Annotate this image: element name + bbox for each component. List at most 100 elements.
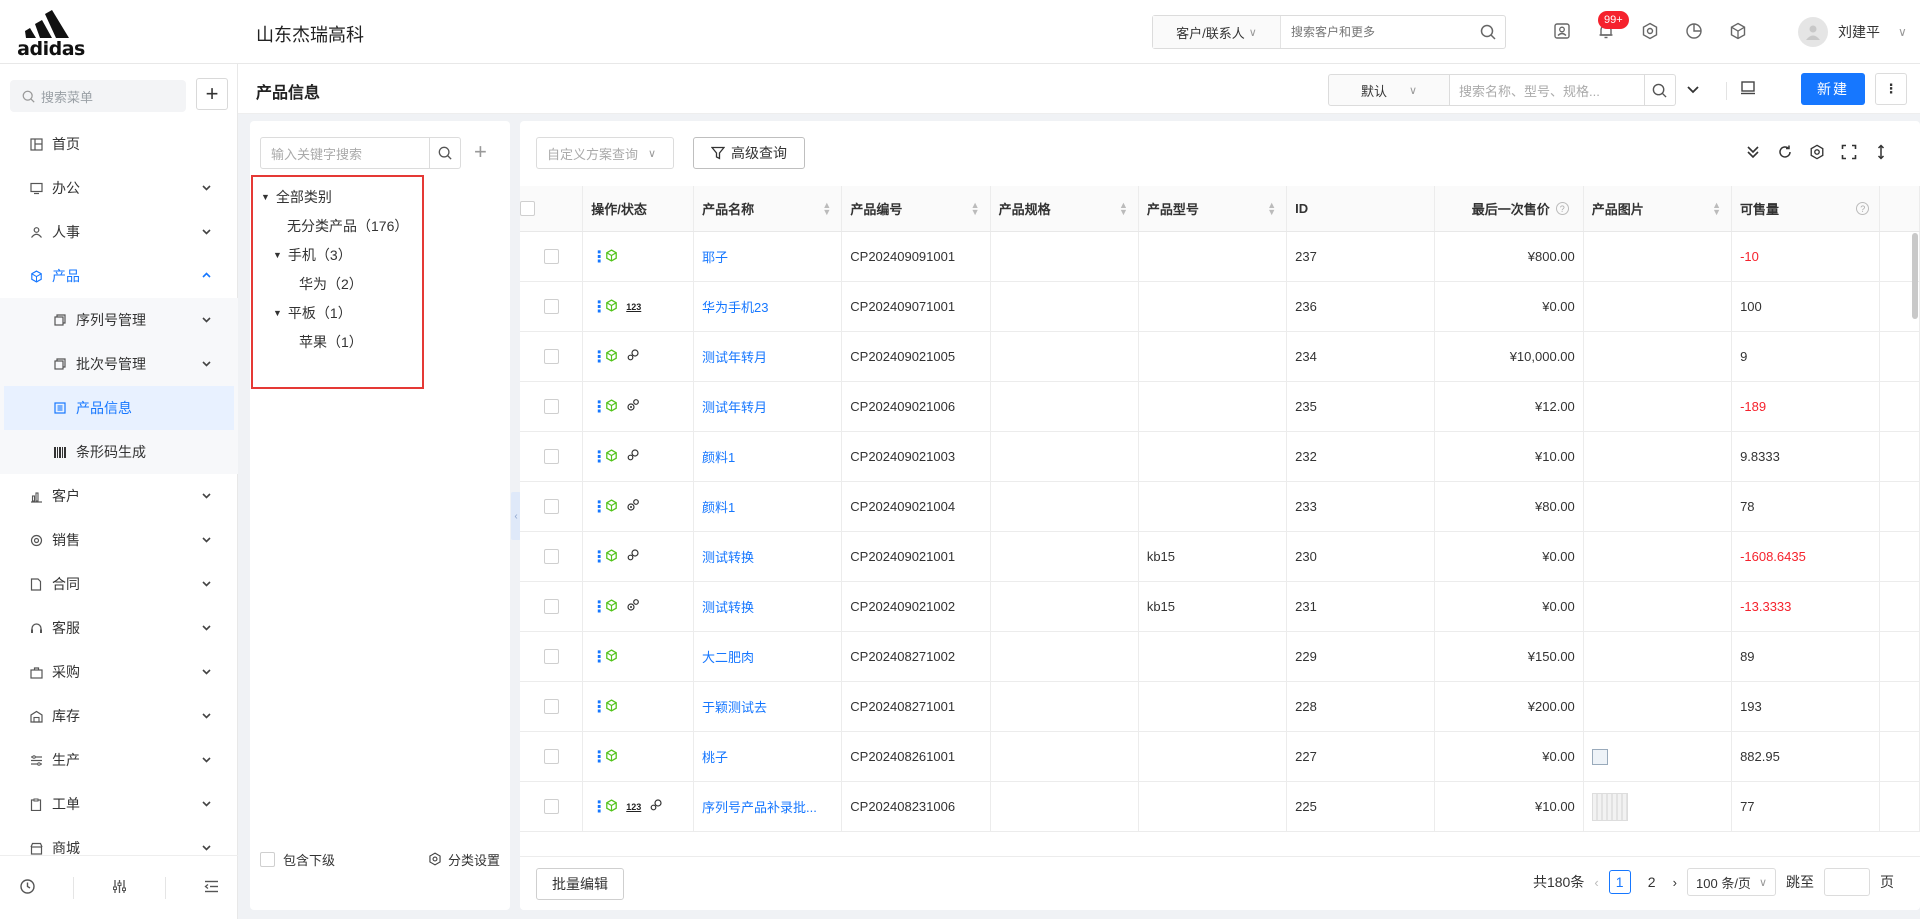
sidebar-item-office[interactable]: 办公	[0, 166, 238, 210]
table-row[interactable]: ⋮ 123 华为手机23 CP202409071001 236 ¥0.00 100	[520, 282, 1920, 332]
column-header-image[interactable]: 产品图片 ▲ ▼	[1584, 186, 1732, 231]
checkbox[interactable]	[260, 851, 275, 867]
product-search-input[interactable]: 搜索名称、型号、规格...	[1449, 74, 1645, 106]
menu-search-input[interactable]: 搜索菜单	[10, 80, 186, 112]
row-actions-icon[interactable]: ⋮	[591, 447, 607, 467]
table-row[interactable]: ⋮ 测试转换 CP202409021001 kb15 230 ¥0.00 -1608.643…	[520, 532, 1920, 582]
column-header-spec[interactable]: 产品规格 ▲ ▼	[991, 186, 1139, 231]
sidebar-item-contract[interactable]: 合同	[0, 562, 238, 606]
caret-down-icon[interactable]: ▼	[261, 192, 270, 202]
sidebar-item-hr[interactable]: 人事	[0, 210, 238, 254]
row-actions-icon[interactable]: ⋮	[591, 547, 607, 567]
row-checkbox[interactable]	[543, 449, 559, 464]
fullscreen-icon[interactable]	[1840, 143, 1858, 161]
table-row[interactable]: ⋮ 123 序列号产品补录批... CP202408231006 225 ¥10.00 77	[520, 782, 1920, 832]
row-actions-icon[interactable]: ⋮	[591, 347, 607, 367]
product-name-link[interactable]: 测试转换	[702, 547, 754, 566]
row-checkbox[interactable]	[543, 549, 559, 564]
search-icon[interactable]	[429, 137, 461, 169]
row-checkbox[interactable]	[543, 749, 559, 764]
row-actions-icon[interactable]: ⋮	[591, 597, 607, 617]
column-header-name[interactable]: 产品名称 ▲ ▼	[694, 186, 843, 231]
expand-all-icon[interactable]	[1744, 143, 1762, 161]
row-checkbox[interactable]	[543, 649, 559, 664]
prev-page-icon[interactable]: ‹	[1594, 875, 1598, 890]
tree-node-uncategorized[interactable]: 无分类产品（176）	[287, 216, 408, 236]
monitor-icon[interactable]	[1740, 80, 1756, 99]
row-actions-icon[interactable]: ⋮	[591, 497, 607, 517]
sidebar-item-home[interactable]: 首页	[0, 122, 238, 166]
chevron-down-icon[interactable]	[1686, 82, 1700, 99]
row-checkbox[interactable]	[543, 699, 559, 714]
table-row[interactable]: ⋮ 耶子 CP202409091001 237 ¥800.00 -10	[520, 232, 1920, 282]
caret-down-icon[interactable]: ▼	[273, 250, 282, 260]
product-name-link[interactable]: 测试年转月	[702, 397, 767, 416]
batch-edit-button[interactable]: 批量编辑	[536, 868, 624, 900]
search-scope-select[interactable]: 客户/联系人 ∨	[1153, 16, 1281, 48]
table-row[interactable]: ⋮ 测试转换 CP202409021002 kb15 231 ¥0.00 -13.3333	[520, 582, 1920, 632]
page-size-select[interactable]: 100 条/页 ∨	[1687, 868, 1776, 896]
category-search-input[interactable]: 输入关键字搜索	[260, 137, 430, 169]
table-row[interactable]: ⋮ 测试年转月 CP202409021005 234 ¥10,000.00 9	[520, 332, 1920, 382]
product-name-link[interactable]: 测试转换	[702, 597, 754, 616]
new-button[interactable]: 新建	[1801, 73, 1865, 105]
row-actions-icon[interactable]: ⋮	[591, 697, 607, 717]
product-image[interactable]	[1591, 792, 1628, 821]
row-actions-icon[interactable]: ⋮	[591, 297, 607, 317]
caret-down-icon[interactable]: ▼	[273, 308, 282, 318]
page-number[interactable]: 1	[1608, 870, 1631, 894]
sort-icon[interactable]: ▲ ▼	[1119, 200, 1128, 216]
vertical-scrollbar[interactable]	[1912, 233, 1918, 319]
product-name-link[interactable]: 耶子	[702, 247, 728, 266]
sidebar-item-inventory[interactable]: 库存	[0, 694, 238, 738]
row-actions-icon[interactable]: ⋮	[591, 647, 607, 667]
gear-icon[interactable]	[1639, 20, 1661, 42]
table-row[interactable]: ⋮ 颜料1 CP202409021003 232 ¥10.00 9.8333	[520, 432, 1920, 482]
sidebar-item-product[interactable]: 产品	[0, 254, 238, 298]
product-name-link[interactable]: 于颖测试去	[702, 697, 767, 716]
row-checkbox[interactable]	[543, 499, 559, 514]
include-sub-checkbox[interactable]: 包含下级	[260, 850, 335, 869]
page-number[interactable]: 2	[1641, 870, 1663, 894]
column-header-model[interactable]: 产品型号 ▲ ▼	[1139, 186, 1288, 231]
history-icon[interactable]	[19, 878, 36, 898]
table-row[interactable]: ⋮ 桃子 CP202408261001 227 ¥0.00 882.95	[520, 732, 1920, 782]
sort-icon[interactable]: ▲ ▼	[822, 200, 831, 216]
help-icon[interactable]: ?	[1555, 202, 1569, 215]
sidebar-item-service[interactable]: 客服	[0, 606, 238, 650]
jump-page-input[interactable]	[1824, 868, 1870, 896]
row-height-icon[interactable]	[1872, 143, 1890, 161]
row-checkbox[interactable]	[543, 799, 559, 814]
adidas-logo[interactable]: adidas	[14, 8, 88, 60]
gear-icon[interactable]	[1808, 143, 1826, 161]
row-checkbox[interactable]	[543, 599, 559, 614]
product-name-link[interactable]: 颜料1	[702, 447, 735, 466]
sort-icon[interactable]: ▲ ▼	[1712, 200, 1721, 216]
sidebar-item-batch[interactable]: 批次号管理	[0, 342, 238, 386]
row-checkbox[interactable]	[543, 399, 559, 414]
sidebar-item-sales[interactable]: 销售	[0, 518, 238, 562]
sidebar-item-product-info[interactable]: 产品信息	[4, 386, 234, 430]
table-row[interactable]: ⋮ 大二肥肉 CP202408271002 229 ¥150.00 89	[520, 632, 1920, 682]
contacts-icon[interactable]	[1551, 20, 1573, 42]
search-icon[interactable]	[1644, 74, 1676, 106]
product-name-link[interactable]: 大二肥肉	[702, 647, 754, 666]
row-checkbox[interactable]	[543, 249, 559, 264]
global-search-input[interactable]	[1281, 17, 1471, 47]
tree-node-all[interactable]: ▼ 全部类别	[261, 187, 332, 207]
sidebar-item-customer[interactable]: 客户	[0, 474, 238, 518]
pie-chart-icon[interactable]	[1683, 20, 1705, 42]
row-actions-icon[interactable]: ⋮	[591, 747, 607, 767]
tree-node-tablet[interactable]: ▼ 平板（1）	[273, 303, 352, 323]
table-row[interactable]: ⋮ 于颖测试去 CP202408271001 228 ¥200.00 193	[520, 682, 1920, 732]
sort-icon[interactable]: ▲ ▼	[971, 200, 980, 216]
product-name-link[interactable]: 颜料1	[702, 497, 735, 516]
help-icon[interactable]: ?	[1856, 202, 1870, 215]
add-button[interactable]: +	[196, 78, 228, 110]
product-image[interactable]	[1591, 748, 1608, 765]
sort-icon[interactable]: ▲ ▼	[1267, 200, 1276, 216]
tree-node-apple[interactable]: 苹果（1）	[299, 332, 363, 352]
sidebar-item-purchase[interactable]: 采购	[0, 650, 238, 694]
next-page-icon[interactable]: ›	[1673, 875, 1677, 890]
table-row[interactable]: ⋮ 颜料1 CP202409021004 233 ¥80.00 78	[520, 482, 1920, 532]
